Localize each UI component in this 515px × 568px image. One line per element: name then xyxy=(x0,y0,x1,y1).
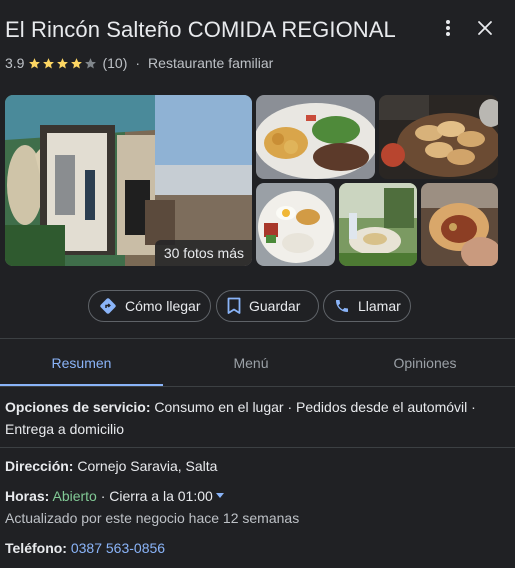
more-options-button[interactable] xyxy=(438,16,458,40)
place-title: El Rincón Salteño COMIDA REGIONAL xyxy=(5,17,396,42)
phone-number-link[interactable]: 0387 563-0856 xyxy=(71,540,165,556)
service-options: Opciones de servicio: Consumo en el luga… xyxy=(5,396,500,440)
separator-dot: · xyxy=(135,55,141,71)
photo-empanada-hand[interactable] xyxy=(421,183,498,266)
close-icon xyxy=(478,21,492,35)
hours-updated-note: Actualizado por este negocio hace 12 sem… xyxy=(5,510,300,526)
rating-row: 3.9 (10) · Restaurante familiar xyxy=(5,55,273,71)
address-value[interactable]: Cornejo Saravia, Salta xyxy=(77,458,217,474)
action-bar: Cómo llegar Guardar Llamar xyxy=(0,290,515,322)
chevron-down-icon[interactable] xyxy=(215,492,224,498)
star-empty-icon xyxy=(85,57,97,68)
review-count-link[interactable]: (10) xyxy=(102,55,127,71)
tab-reviews[interactable]: Opiniones xyxy=(345,339,505,386)
photo-storefront[interactable]: 30 fotos más xyxy=(5,95,252,266)
phone-label: Teléfono: xyxy=(5,540,67,556)
star-full-icon xyxy=(43,57,55,68)
phone-icon xyxy=(334,298,350,314)
divider xyxy=(0,386,515,387)
divider xyxy=(0,447,515,448)
save-label: Guardar xyxy=(249,298,301,314)
star-full-icon xyxy=(57,57,69,68)
hours-detail[interactable]: · Cierra a la 01:00 xyxy=(101,488,213,504)
call-label: Llamar xyxy=(358,298,401,314)
hours-label: Horas: xyxy=(5,488,50,504)
bookmark-icon xyxy=(227,297,241,315)
open-status: Abierto xyxy=(52,488,97,504)
category-label[interactable]: Restaurante familiar xyxy=(148,55,273,71)
more-vert-icon xyxy=(446,20,450,36)
tab-overview[interactable]: Resumen xyxy=(0,339,163,386)
photo-steak-plate[interactable] xyxy=(256,95,375,179)
save-button[interactable]: Guardar xyxy=(216,290,319,322)
photo-plate-egg[interactable] xyxy=(256,183,335,266)
call-button[interactable]: Llamar xyxy=(323,290,411,322)
rating-score: 3.9 xyxy=(5,55,25,71)
service-options-label: Opciones de servicio: xyxy=(5,399,151,415)
rating-stars xyxy=(28,57,98,70)
directions-icon xyxy=(99,297,117,315)
directions-label: Cómo llegar xyxy=(125,298,201,314)
phone-row: Teléfono: 0387 563-0856 xyxy=(5,537,500,559)
address-label: Dirección: xyxy=(5,458,74,474)
tab-menu[interactable]: Menú xyxy=(171,339,331,386)
close-button[interactable] xyxy=(474,16,496,40)
photo-empanadas-board[interactable] xyxy=(379,95,498,179)
star-full-icon xyxy=(29,57,41,68)
photo-gallery: 30 fotos más xyxy=(5,95,498,266)
photo-garden-table[interactable] xyxy=(339,183,417,266)
address-row: Dirección: Cornejo Saravia, Salta xyxy=(5,455,500,477)
hours-row: Horas: Abierto · Cierra a la 01:00 xyxy=(5,485,500,507)
directions-button[interactable]: Cómo llegar xyxy=(88,290,211,322)
star-full-icon xyxy=(71,57,83,68)
more-photos-badge[interactable]: 30 fotos más xyxy=(154,240,252,266)
